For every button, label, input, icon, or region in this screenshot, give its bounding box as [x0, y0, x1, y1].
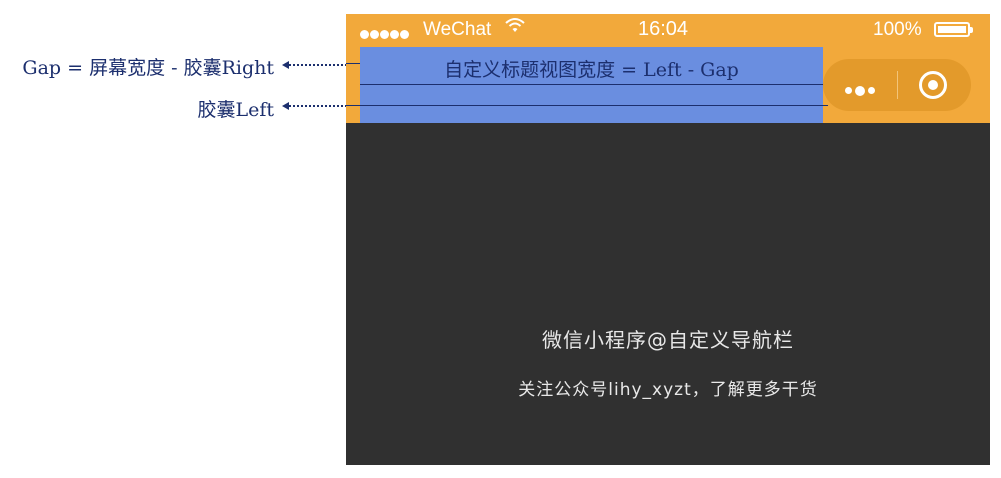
wifi-icon — [505, 17, 525, 38]
page-subtitle: 关注公众号lihy_xyzt，了解更多干货 — [518, 380, 818, 400]
battery-percent: 100% — [873, 19, 922, 40]
battery-icon — [934, 22, 973, 37]
target-circle-icon[interactable] — [919, 71, 947, 99]
status-time: 16:04 — [638, 18, 689, 40]
capsule-top-guide-line — [360, 84, 828, 85]
capsule-menu-button[interactable] — [823, 59, 971, 111]
capsule-left-label: 胶囊Left — [197, 99, 274, 121]
signal-strength-icon — [360, 23, 410, 45]
capsule-left-arrow — [282, 102, 347, 110]
carrier-name: WeChat — [423, 19, 492, 40]
status-bar: WeChat 16:04 100% — [346, 14, 990, 46]
capsule-divider — [897, 71, 898, 99]
phone-screen: WeChat 16:04 100% 自定义标题视图宽度 = Left - Gap — [346, 14, 990, 465]
title-view-formula: 自定义标题视图宽度 = Left - Gap — [444, 59, 739, 81]
capsule-left-guide-line — [346, 105, 828, 106]
gap-formula-label: Gap = 屏幕宽度 - 胶囊Right — [22, 57, 274, 79]
custom-title-view: 自定义标题视图宽度 = Left - Gap — [360, 47, 823, 123]
page-title: 微信小程序@自定义导航栏 — [542, 328, 794, 352]
gap-guide-line — [346, 63, 360, 64]
more-dots-icon[interactable] — [845, 80, 878, 96]
gap-arrow — [282, 61, 347, 69]
custom-nav-bar: WeChat 16:04 100% 自定义标题视图宽度 = Left - Gap — [346, 14, 990, 123]
